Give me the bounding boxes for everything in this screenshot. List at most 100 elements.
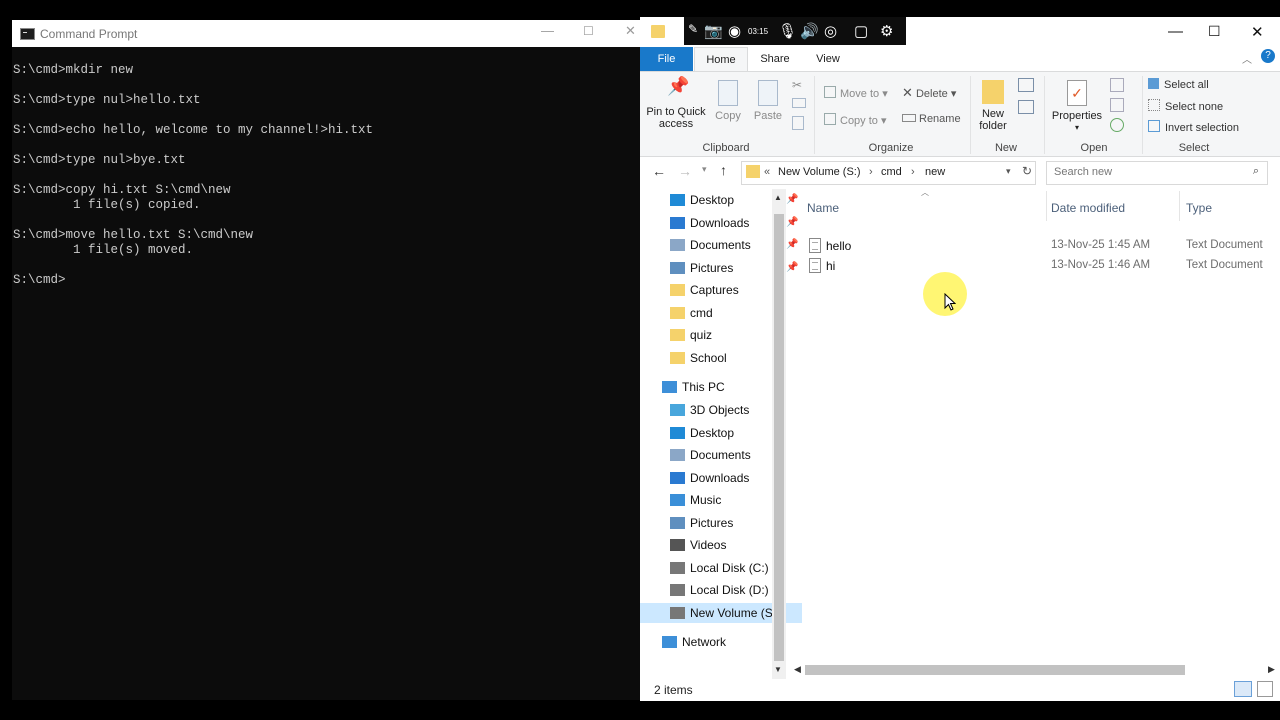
copy-path-icon[interactable] — [792, 98, 806, 108]
minimize-button[interactable]: — — [1168, 23, 1183, 40]
microphone-icon[interactable]: 🎙 — [778, 22, 797, 40]
command-prompt-window[interactable]: Command Prompt — ☐ ✕ S:\cmd>mkdir new S:\… — [12, 20, 640, 700]
tab-home[interactable]: Home — [694, 47, 748, 72]
nav-item-label: Desktop — [690, 193, 735, 207]
column-header-type[interactable]: Type — [1186, 201, 1212, 215]
new-item-icon[interactable] — [1018, 78, 1034, 92]
scroll-up-icon[interactable]: ▲ — [774, 193, 782, 202]
horizontal-scroll-thumb[interactable] — [805, 665, 1185, 675]
address-bar[interactable]: « New Volume (S:) › cmd › new ▾ ↻ — [741, 161, 1036, 185]
breadcrumb-volume[interactable]: New Volume (S:) — [778, 166, 861, 178]
console-line: S:\cmd>type nul>hello.txt — [13, 93, 201, 107]
file-name[interactable]: hi — [826, 259, 835, 273]
cut-icon[interactable]: ✂ — [792, 78, 802, 92]
refresh-icon[interactable]: ↻ — [1022, 164, 1032, 178]
explorer-title-bar[interactable]: ✎ 📷 ◉ 03:15 🎙 🔊 ◎ ▢ ⚙ — ☐ ✕ — [640, 17, 1280, 47]
folder-icon — [670, 306, 685, 319]
tab-view[interactable]: View — [806, 47, 850, 71]
file-row[interactable]: hi 13-Nov-25 1:46 AM Text Document — [789, 256, 1280, 276]
search-icon[interactable]: ⌕ — [1253, 165, 1259, 178]
horizontal-scrollbar[interactable]: ◀ ▶ — [792, 662, 1280, 678]
speaker-icon[interactable]: 🔊 — [800, 22, 819, 40]
collapse-ribbon-icon[interactable]: ︿ — [1242, 51, 1252, 66]
music-icon — [670, 494, 685, 506]
gear-icon[interactable]: ⚙ — [880, 22, 893, 40]
file-explorer-window[interactable]: ✎ 📷 ◉ 03:15 🎙 🔊 ◎ ▢ ⚙ — ☐ ✕ File Home Sh… — [640, 17, 1280, 701]
details-view-icon[interactable] — [1234, 681, 1252, 697]
nav-scrollbar[interactable]: ▲ ▼ — [772, 189, 786, 679]
file-row[interactable]: hello 13-Nov-25 1:45 AM Text Document — [789, 236, 1280, 256]
forward-arrow-icon[interactable]: → — [678, 163, 692, 179]
nav-scroll-thumb[interactable] — [774, 214, 784, 661]
back-arrow-icon[interactable]: ← — [652, 163, 666, 179]
history-icon[interactable] — [1110, 118, 1124, 132]
paste-button[interactable]: Paste — [752, 80, 784, 122]
recent-locations-icon[interactable]: ▾ — [702, 164, 707, 175]
cmd-minimize-button[interactable]: — — [541, 23, 554, 38]
nav-item-label: Documents — [690, 238, 751, 252]
open-icon[interactable] — [1110, 78, 1124, 92]
record-icon[interactable]: ◉ — [728, 22, 741, 40]
ribbon-home: 📌 Pin to Quick access Copy Paste ✂ Clipb… — [640, 71, 1280, 157]
scroll-left-icon[interactable]: ◀ — [794, 664, 801, 675]
camera-icon[interactable]: 📷 — [704, 22, 723, 40]
folder-icon — [746, 165, 760, 178]
organize-group-label: Organize — [868, 142, 914, 154]
screen-recorder-toolbar[interactable]: ✎ 📷 ◉ 03:15 🎙 🔊 ◎ ▢ ⚙ — [684, 17, 906, 45]
scroll-down-icon[interactable]: ▼ — [774, 665, 782, 674]
maximize-button[interactable]: ☐ — [1208, 23, 1221, 40]
tab-share[interactable]: Share — [752, 47, 798, 71]
move-to-button[interactable]: Move to ▾ — [824, 86, 888, 100]
column-divider[interactable] — [1179, 191, 1180, 221]
pin-to-quick-access-button[interactable]: 📌 Pin to Quick access — [646, 76, 706, 130]
edit-icon[interactable] — [1110, 98, 1124, 112]
scroll-right-icon[interactable]: ▶ — [1268, 664, 1275, 675]
column-header-date[interactable]: Date modified — [1051, 201, 1125, 215]
chevron-down-icon[interactable]: ▾ — [1006, 166, 1011, 177]
new-folder-button[interactable]: New folder — [976, 80, 1010, 132]
breadcrumb-cmd[interactable]: cmd — [881, 166, 902, 178]
invert-selection-button[interactable]: Invert selection — [1148, 120, 1239, 134]
new-group-label: New — [994, 142, 1017, 154]
computer-icon — [662, 381, 677, 393]
delete-button[interactable]: ✕ Delete ▾ — [902, 85, 956, 101]
up-arrow-icon[interactable]: ↑ — [720, 162, 727, 178]
desktop-icon — [670, 426, 685, 439]
easy-access-icon[interactable] — [1018, 100, 1034, 114]
status-bar: 2 items — [640, 681, 1280, 701]
documents-icon — [670, 449, 685, 461]
column-header-name[interactable]: Name — [807, 201, 839, 215]
tab-file[interactable]: File — [640, 47, 693, 71]
large-icons-view-icon[interactable] — [1257, 681, 1273, 697]
nav-item-label: 3D Objects — [690, 403, 750, 417]
properties-button[interactable]: ✓ Properties ▾ — [1050, 80, 1104, 134]
cmd-console-output[interactable]: S:\cmd>mkdir new S:\cmd>type nul>hello.tx… — [13, 63, 373, 288]
nav-item-label: Downloads — [690, 470, 750, 485]
close-button[interactable]: ✕ — [1251, 23, 1264, 41]
cmd-maximize-button[interactable]: ☐ — [583, 24, 594, 38]
file-name[interactable]: hello — [826, 239, 851, 253]
cmd-close-button[interactable]: ✕ — [625, 23, 636, 39]
paste-shortcut-icon[interactable] — [792, 116, 804, 130]
search-box[interactable]: Search new ⌕ — [1046, 161, 1268, 185]
copy-button[interactable]: Copy — [712, 80, 744, 122]
rename-button[interactable]: Rename — [902, 113, 961, 125]
webcam-icon[interactable]: ◎ — [824, 22, 837, 40]
window-capture-icon[interactable]: ▢ — [854, 22, 868, 40]
chevron-right-icon[interactable]: › — [869, 166, 873, 178]
item-count: 2 items — [654, 683, 693, 697]
file-list[interactable]: ︿ Name Date modified Type hello 13-Nov-25… — [789, 188, 1280, 679]
column-divider[interactable] — [1046, 191, 1047, 221]
select-all-button[interactable]: Select all — [1148, 78, 1209, 91]
pen-icon[interactable]: ✎ — [688, 22, 698, 36]
navigation-pane[interactable]: Desktop 📌 Downloads 📌 Documents 📌 Pictures 📌 Cap… — [640, 189, 802, 679]
chevron-right-icon[interactable]: › — [911, 166, 915, 178]
cmd-title-bar[interactable]: Command Prompt — ☐ ✕ — [12, 20, 640, 47]
address-overflow[interactable]: « — [764, 166, 770, 178]
help-icon[interactable]: ? — [1261, 49, 1275, 63]
select-none-button[interactable]: Select none — [1148, 99, 1223, 113]
breadcrumb-new[interactable]: new — [925, 166, 945, 178]
pin-icon: 📌 — [667, 76, 690, 96]
nav-item-label: School — [690, 350, 727, 365]
copy-to-button[interactable]: Copy to ▾ — [824, 113, 887, 127]
